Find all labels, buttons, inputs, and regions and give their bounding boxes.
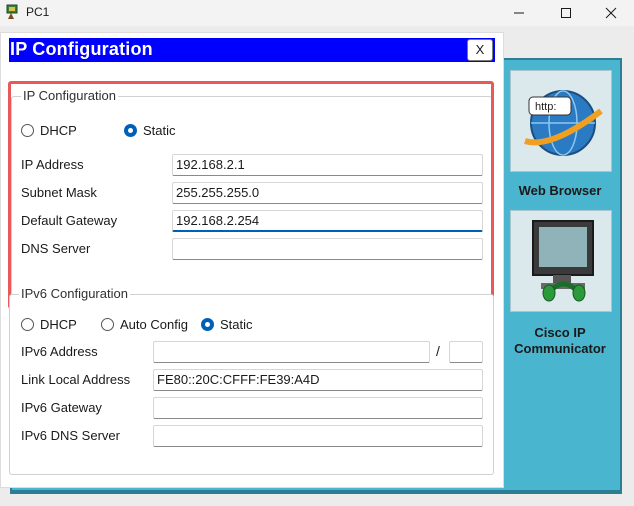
ipv6-dns-server-field[interactable]	[153, 425, 483, 447]
dialog-close-button[interactable]: X	[467, 39, 493, 61]
minimize-button[interactable]	[496, 0, 542, 26]
dialog-title: IP Configuration	[10, 39, 153, 59]
window-title-bar: PC1	[0, 0, 634, 26]
web-browser-label: Web Browser	[518, 183, 602, 198]
radio-unselected-icon	[101, 318, 114, 331]
cisco-ip-communicator-icon	[532, 220, 594, 302]
highlight-box	[8, 81, 494, 309]
desktop-panel-footer	[10, 490, 622, 494]
ipv6-address-field[interactable]	[153, 341, 430, 363]
window-title: PC1	[26, 5, 50, 19]
ip-configuration-dialog: IP Configuration X IP Configuration DHCP…	[0, 32, 504, 488]
ipv6-dns-server-label: IPv6 DNS Server	[21, 428, 120, 443]
ipv6-static-radio[interactable]: Static	[201, 317, 253, 332]
web-browser-tile[interactable]: http:	[510, 70, 612, 172]
maximize-button[interactable]	[543, 0, 589, 26]
ipv6-static-label: Static	[220, 317, 253, 332]
close-icon	[605, 7, 617, 19]
ipv6-gateway-label: IPv6 Gateway	[21, 400, 102, 415]
cisco-ip-communicator-tile[interactable]	[510, 210, 612, 312]
ipv6-dhcp-label: DHCP	[40, 317, 77, 332]
ipv6-auto-config-label: Auto Config	[120, 317, 188, 332]
radio-selected-icon	[201, 318, 214, 331]
ipv6-gateway-field[interactable]	[153, 397, 483, 419]
ipv6-prefix-length-field[interactable]	[449, 341, 483, 363]
ipv6-dhcp-radio[interactable]: DHCP	[21, 317, 77, 332]
web-browser-icon-text: http:	[535, 101, 556, 113]
link-local-address-field[interactable]: FE80::20C:CFFF:FE39:A4D	[153, 369, 483, 391]
minimize-icon	[514, 12, 524, 14]
prefix-separator: /	[436, 343, 440, 359]
window-close-button[interactable]	[588, 0, 634, 26]
ipv6-address-label: IPv6 Address	[21, 344, 98, 359]
ipv6-auto-config-radio[interactable]: Auto Config	[101, 317, 188, 332]
link-local-address-label: Link Local Address	[21, 372, 131, 387]
maximize-icon	[561, 8, 571, 18]
pc-app-icon	[5, 4, 21, 20]
ipv6-group-legend: IPv6 Configuration	[19, 286, 130, 301]
web-browser-icon: http:	[524, 90, 603, 156]
radio-unselected-icon	[21, 318, 34, 331]
cisco-ip-communicator-label: Cisco IP Communicator	[514, 325, 606, 356]
dialog-header: IP Configuration X	[9, 38, 495, 62]
ipv6-config-group: IPv6 Configuration DHCP Auto Config Stat…	[9, 286, 494, 475]
